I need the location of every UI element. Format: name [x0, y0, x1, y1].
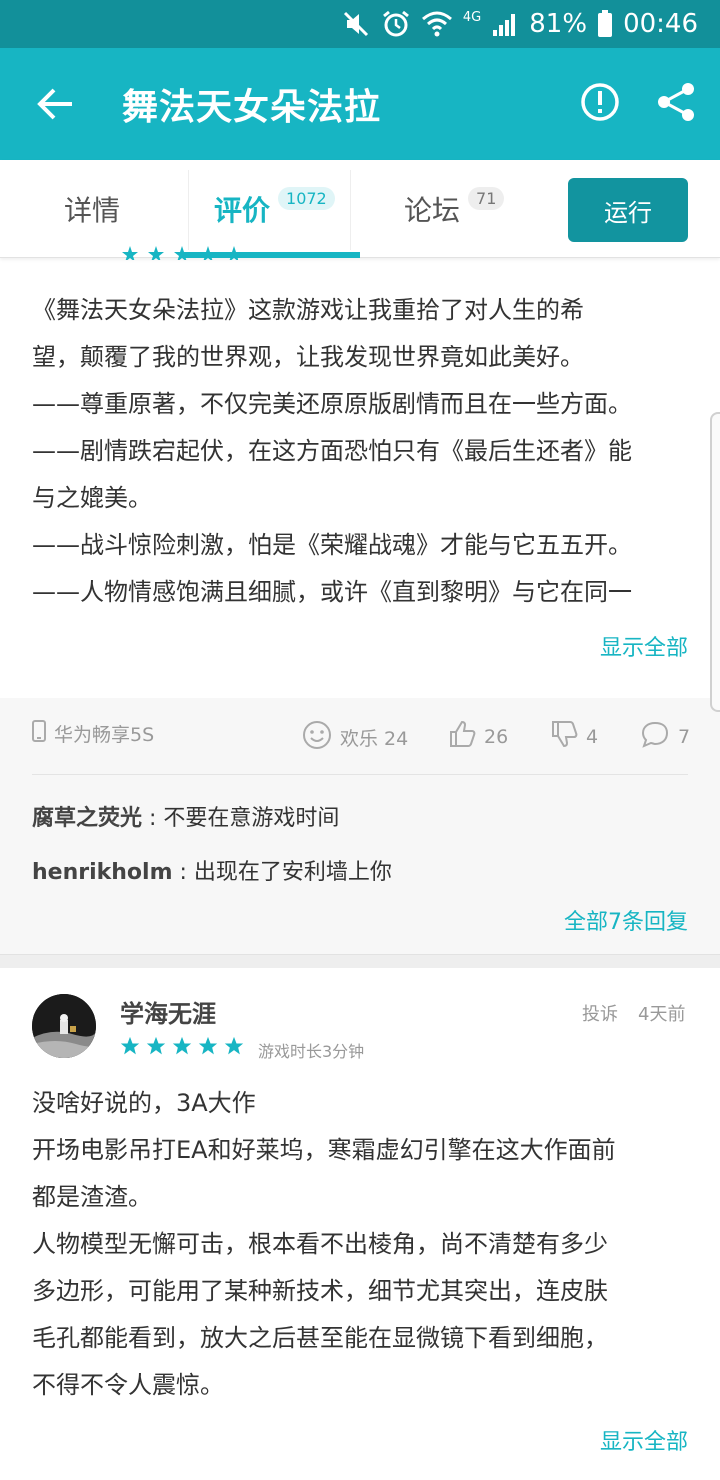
battery-icon — [597, 10, 613, 38]
reply-item[interactable]: 腐草之荧光 : 不要在意游戏时间 — [32, 800, 339, 832]
divider — [32, 774, 688, 775]
status-bar: 4G 81% 00:46 — [0, 0, 720, 48]
mute-icon — [341, 9, 371, 39]
forum-count-badge: 71 — [468, 186, 505, 210]
network-type: 4G — [462, 9, 482, 25]
avatar[interactable] — [32, 994, 96, 1058]
like-count: 26 — [484, 725, 509, 748]
comment-icon — [640, 720, 670, 753]
battery-percent: 81% — [529, 9, 588, 39]
all-replies-link[interactable]: 全部7条回复 — [564, 904, 688, 936]
page-title: 舞法天女朵法拉 — [122, 87, 382, 128]
comment-count: 7 — [678, 725, 691, 748]
smile-icon — [302, 720, 332, 755]
reply-author[interactable]: henrikholm — [32, 860, 173, 885]
review-separator — [0, 954, 720, 968]
review-body: 没啥好说的，3A大作 开场电影吊打EA和好莱坞，寒霜虚幻引擎在这大作面前 都是渣… — [32, 1080, 692, 1409]
star-icon — [198, 1036, 218, 1060]
tab-label: 评价 — [214, 194, 271, 227]
reply-text: : 出现在了安利墙上你 — [172, 860, 392, 885]
back-arrow-icon[interactable] — [34, 82, 78, 126]
tab-label: 详情 — [64, 194, 121, 227]
review-line: 没啥好说的，3A大作 — [32, 1089, 256, 1117]
reply-text: : 不要在意游戏时间 — [142, 806, 340, 831]
run-button[interactable]: 运行 — [568, 178, 688, 242]
show-all-link[interactable]: 显示全部 — [600, 630, 688, 662]
review-time: 4天前 — [638, 1004, 686, 1025]
tab-bar: 详情 评价 1072 论坛 71 运行 — [0, 160, 720, 258]
playtime: 游戏时长3分钟 — [258, 1042, 365, 1061]
thumbs-down-icon — [550, 720, 578, 753]
tab-divider — [188, 170, 189, 250]
phone-icon — [32, 720, 46, 747]
report-icon[interactable] — [580, 82, 620, 122]
review-line: ——人物情感饱满且细腻，或许《直到黎明》与它在同一 — [32, 578, 632, 606]
clock: 00:46 — [623, 9, 698, 39]
review-line: 《舞法天女朵法拉》这款游戏让我重拾了对人生的希 — [32, 296, 584, 324]
reply-author[interactable]: 腐草之荧光 — [32, 806, 142, 831]
device-info: 华为畅享5S — [32, 720, 154, 747]
tab-divider — [350, 170, 351, 250]
review-body: 《舞法天女朵法拉》这款游戏让我重拾了对人生的希 望，颠覆了我的世界观，让我发现世… — [32, 287, 692, 616]
star-icon — [146, 1036, 166, 1060]
complain-link[interactable]: 投诉 — [582, 1000, 618, 1026]
review-footer: 华为畅享5S 欢乐 24 26 4 7 腐草之荧光: 不要在意游戏时间 hen… — [0, 698, 720, 954]
signal-icon — [491, 10, 519, 38]
tab-forum[interactable]: 论坛 71 — [404, 160, 505, 258]
review-line: 开场电影吊打EA和好莱坞，寒霜虚幻引擎在这大作面前 — [32, 1136, 616, 1164]
review-line: ——剧情跌宕起伏，在这方面恐怕只有《最后生还者》能 — [32, 437, 632, 465]
star-icon — [120, 1036, 140, 1060]
thumbs-up-icon — [448, 720, 476, 753]
star-icon — [172, 1036, 192, 1060]
review-line: 望，颠覆了我的世界观，让我发现世界竟如此美好。 — [32, 343, 584, 371]
rating-stars — [120, 1036, 244, 1060]
fun-reaction[interactable]: 欢乐 24 — [302, 720, 408, 755]
star-icon — [224, 1036, 244, 1060]
review-line: ——战斗惊险刺激，怕是《荣耀战魂》才能与它五五开。 — [32, 531, 632, 559]
review-username[interactable]: 学海无涯 — [120, 994, 216, 1029]
review-stats: 华为畅享5S 欢乐 24 26 4 7 — [32, 716, 690, 760]
tab-label: 论坛 — [404, 194, 461, 227]
tab-reviews[interactable]: 评价 1072 — [214, 160, 335, 258]
alarm-icon — [381, 9, 411, 39]
device-name: 华为畅享5S — [54, 724, 155, 746]
review-line: 毛孔都能看到，放大之后甚至能在显微镜下看到细胞， — [32, 1324, 608, 1352]
scrollbar[interactable] — [710, 412, 720, 712]
review-count-badge: 1072 — [278, 186, 335, 210]
comment-button[interactable]: 7 — [640, 720, 690, 753]
app-bar: 舞法天女朵法拉 — [0, 48, 720, 160]
reply-item[interactable]: henrikholm : 出现在了安利墙上你 — [32, 854, 392, 886]
show-all-link[interactable]: 显示全部 — [600, 1424, 688, 1456]
review-line: 不得不令人震惊。 — [32, 1371, 224, 1399]
review-line: 人物模型无懈可击，根本看不出棱角，尚不清楚有多少 — [32, 1230, 608, 1258]
review-line: 都是渣渣。 — [32, 1183, 152, 1211]
review-line: 多边形，可能用了某种新技术，细节尤其突出，连皮肤 — [32, 1277, 608, 1305]
review-line: 与之媲美。 — [32, 484, 152, 512]
tab-details[interactable]: 详情 — [64, 160, 120, 258]
review-line: ——尊重原著，不仅完美还原原版剧情而且在一些方面。 — [32, 390, 632, 418]
wifi-icon — [421, 9, 453, 39]
share-icon[interactable] — [656, 82, 696, 122]
fun-count: 欢乐 24 — [340, 728, 409, 750]
dislike-count: 4 — [586, 725, 599, 748]
like-button[interactable]: 26 — [448, 720, 508, 753]
dislike-button[interactable]: 4 — [550, 720, 598, 753]
rating-stars-partial — [118, 246, 238, 260]
